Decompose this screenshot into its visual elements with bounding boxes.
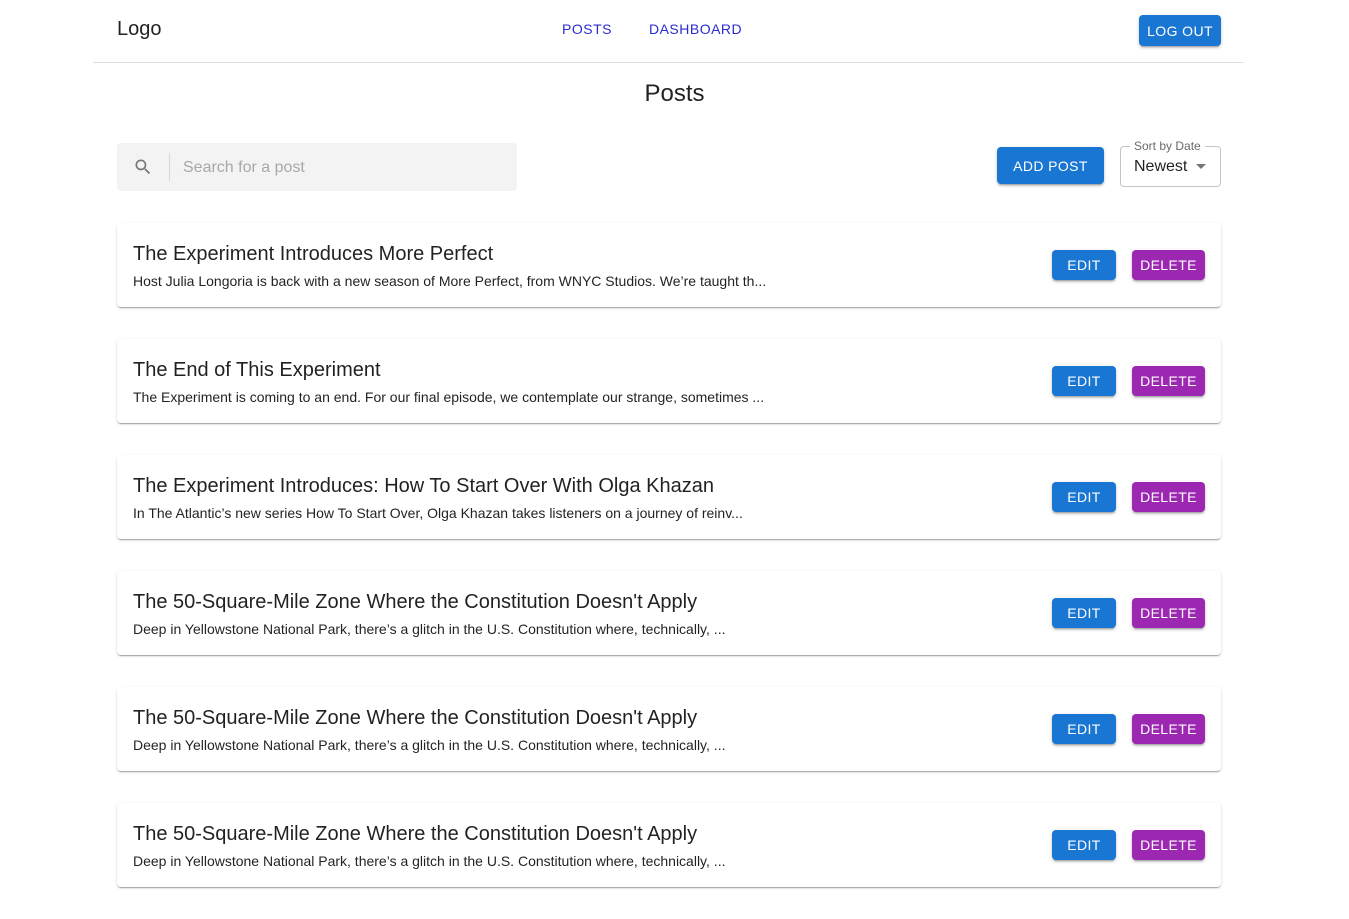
edit-button[interactable]: EDIT [1052,598,1116,628]
post-title: The 50-Square-Mile Zone Where the Consti… [133,823,698,845]
post-title: The 50-Square-Mile Zone Where the Consti… [133,707,698,729]
delete-button[interactable]: DELETE [1132,830,1205,860]
sort-label: Sort by Date [1130,139,1205,153]
post-card: The End of This Experiment The Experimen… [117,339,1221,423]
app-header: Logo POSTS DASHBOARD LOG OUT [93,0,1244,63]
post-title: The End of This Experiment [133,359,381,381]
post-card: The Experiment Introduces: How To Start … [117,455,1221,539]
logout-button[interactable]: LOG OUT [1139,15,1221,46]
post-excerpt: Deep in Yellowstone National Park, there… [133,853,726,869]
chevron-down-icon [1196,164,1206,169]
page-title: Posts [644,80,705,107]
add-post-button[interactable]: ADD POST [997,147,1104,184]
post-card: The 50-Square-Mile Zone Where the Consti… [117,687,1221,771]
search-divider [169,153,170,181]
post-title: The Experiment Introduces: How To Start … [133,475,714,497]
edit-button[interactable]: EDIT [1052,714,1116,744]
search-input[interactable] [181,155,505,181]
edit-button[interactable]: EDIT [1052,366,1116,396]
nav-link-dashboard[interactable]: DASHBOARD [649,21,742,37]
post-excerpt: In The Atlantic’s new series How To Star… [133,505,743,521]
post-card: The Experiment Introduces More Perfect H… [117,223,1221,307]
post-excerpt: The Experiment is coming to an end. For … [133,389,765,405]
post-excerpt: Deep in Yellowstone National Park, there… [133,621,726,637]
edit-button[interactable]: EDIT [1052,830,1116,860]
post-title: The Experiment Introduces More Perfect [133,243,494,265]
search-icon [135,159,151,175]
post-excerpt: Deep in Yellowstone National Park, there… [133,737,726,753]
search-box [117,143,517,191]
main-nav: POSTS DASHBOARD [562,21,742,37]
nav-link-posts[interactable]: POSTS [562,21,612,37]
delete-button[interactable]: DELETE [1132,598,1205,628]
post-excerpt: Host Julia Longoria is back with a new s… [133,273,767,289]
delete-button[interactable]: DELETE [1132,250,1205,280]
post-card: The 50-Square-Mile Zone Where the Consti… [117,571,1221,655]
delete-button[interactable]: DELETE [1132,714,1205,744]
edit-button[interactable]: EDIT [1052,250,1116,280]
sort-value: Newest [1134,158,1188,175]
delete-button[interactable]: DELETE [1132,366,1205,396]
delete-button[interactable]: DELETE [1132,482,1205,512]
logo: Logo [117,18,162,40]
post-title: The 50-Square-Mile Zone Where the Consti… [133,591,698,613]
post-list: The Experiment Introduces More Perfect H… [117,223,1221,919]
post-card: The 50-Square-Mile Zone Where the Consti… [117,803,1221,887]
edit-button[interactable]: EDIT [1052,482,1116,512]
sort-select[interactable]: Sort by Date Newest [1120,139,1221,187]
